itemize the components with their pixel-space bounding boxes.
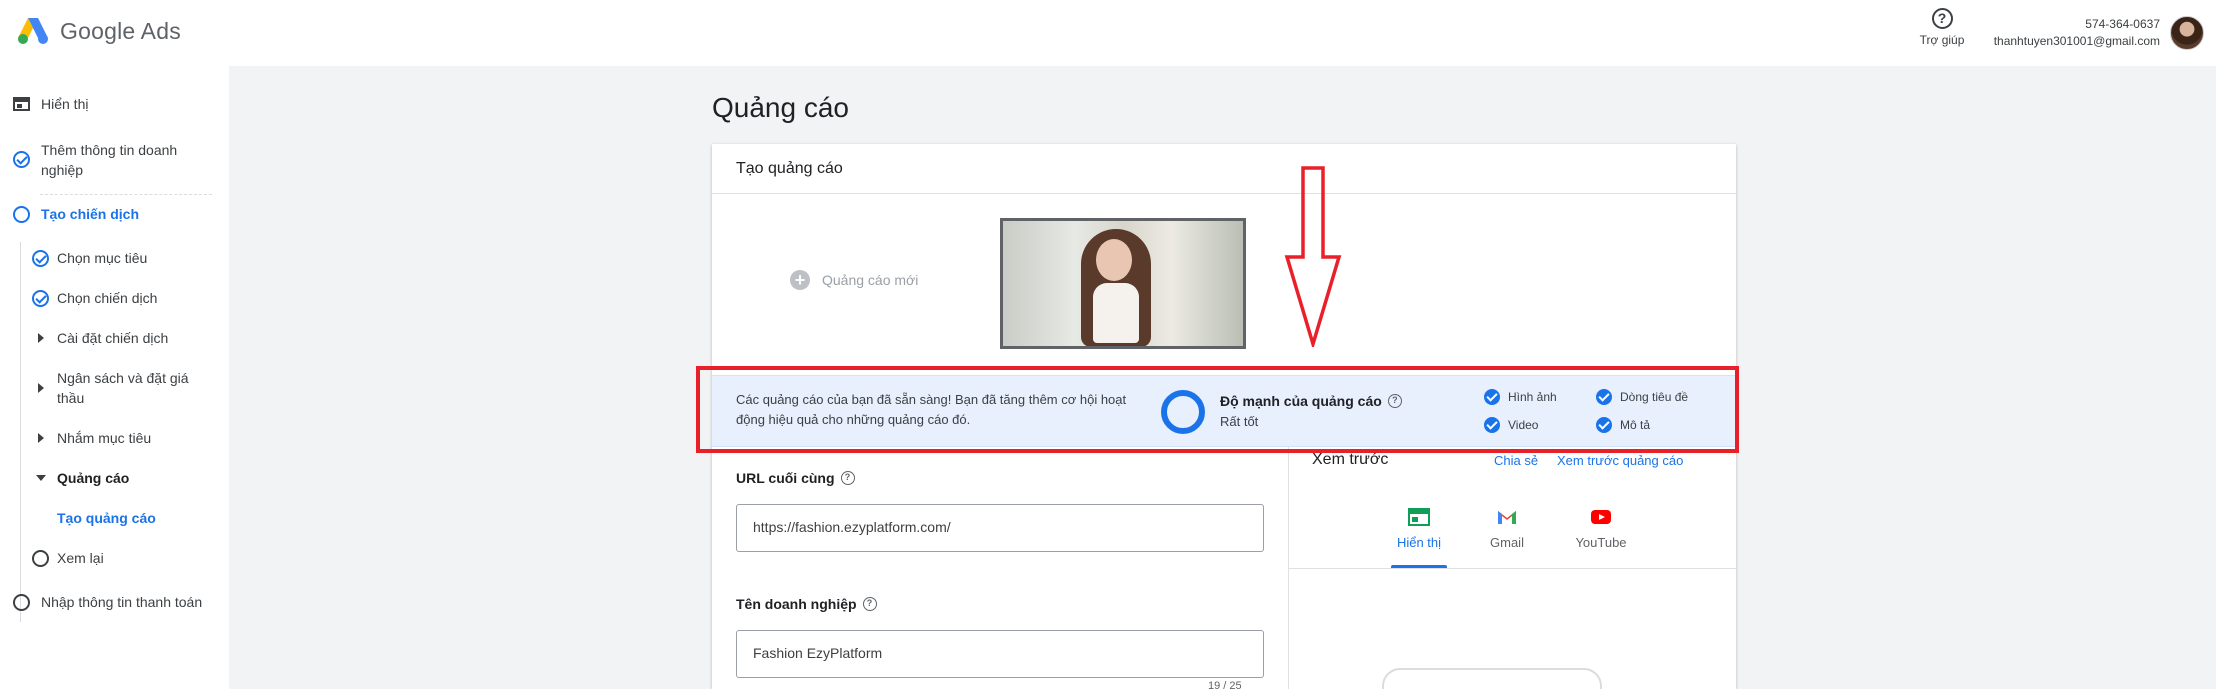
account-info[interactable]: 574-364-0637 thanhtuyen301001@gmail.com [1994, 16, 2160, 50]
sidebar-item-label: Cài đặt chiến dịch [57, 330, 169, 346]
sidebar-item-business-info[interactable]: Thêm thông tin doanh nghiệp [13, 140, 213, 180]
sidebar-item-label: Chọn mục tiêu [57, 250, 148, 266]
sidebar-item-label: Thêm thông tin doanh nghiệp [41, 142, 178, 178]
caret-right-icon [38, 433, 44, 443]
sidebar-item-targeting[interactable]: Nhắm mục tiêu [32, 428, 151, 448]
youtube-icon [1591, 510, 1611, 524]
business-name-input[interactable]: Fashion EzyPlatform [736, 630, 1264, 678]
tab-label: Gmail [1490, 535, 1524, 550]
circle-icon [13, 594, 30, 611]
final-url-input[interactable]: https://fashion.ezyplatform.com/ [736, 504, 1264, 552]
top-bar: Google Ads ? Trợ giúp 574-364-0637 thanh… [0, 0, 2216, 66]
sidebar-item-label: Chọn chiến dịch [57, 290, 158, 306]
circle-icon [13, 206, 30, 223]
avatar[interactable] [2170, 16, 2204, 50]
card-title: Tạo quảng cáo [712, 144, 1736, 194]
sidebar-item-choose-campaign[interactable]: Chọn chiến dịch [32, 288, 157, 308]
tab-gmail[interactable]: Gmail [1477, 508, 1537, 550]
caret-right-icon [38, 383, 44, 393]
sidebar-item-label: Nhắm mục tiêu [57, 430, 152, 446]
tab-display[interactable]: Hiển thị [1389, 508, 1449, 550]
help-icon[interactable]: ? [840, 471, 855, 485]
account-id: 574-364-0637 [2085, 17, 2160, 31]
business-name-label-text: Tên doanh nghiệp [736, 596, 857, 612]
phone-preview-frame [1382, 668, 1602, 689]
sidebar-item-view[interactable]: Hiển thị [13, 94, 88, 114]
gmail-icon [1498, 511, 1516, 524]
sidebar-item-label: Nhập thông tin thanh toán [41, 594, 203, 610]
check-circle-icon [32, 290, 49, 307]
help-icon[interactable]: ? [862, 597, 877, 611]
preview-title: Xem trước [1312, 451, 1389, 468]
sidebar-item-label: Hiển thị [41, 96, 89, 112]
tab-label: Hiển thị [1396, 535, 1442, 550]
add-circle-icon: + [790, 270, 810, 290]
google-ads-logo-icon [18, 18, 48, 44]
sidebar-item-billing[interactable]: Nhập thông tin thanh toán [13, 592, 202, 612]
sidebar-item-label: Tạo quảng cáo [57, 510, 156, 526]
sidebar-item-campaign-settings[interactable]: Cài đặt chiến dịch [32, 328, 168, 348]
sidebar-item-label: Tạo chiến dịch [41, 206, 140, 222]
final-url-label: URL cuối cùng ? [736, 470, 855, 486]
tabs-divider [1289, 568, 1736, 569]
sidebar-item-label: Ngân sách và đặt giá thầu [57, 370, 189, 406]
annotation-arrow-icon [1284, 166, 1342, 347]
annotation-highlight-box [696, 366, 1739, 453]
sidebar-item-choose-goal[interactable]: Chọn mục tiêu [32, 248, 147, 268]
circle-icon [32, 550, 49, 567]
help-label: Trợ giúp [1919, 33, 1965, 47]
help-button[interactable]: ? Trợ giúp [1914, 6, 1970, 47]
check-circle-icon [13, 151, 30, 168]
display-icon [1408, 508, 1430, 526]
new-ad-label: Quảng cáo mới [822, 272, 919, 288]
business-name-label: Tên doanh nghiệp ? [736, 596, 877, 612]
check-circle-icon [32, 250, 49, 267]
sidebar: Hiển thị Thêm thông tin doanh nghiệp Tạo… [0, 66, 229, 689]
sidebar-item-label: Xem lại [57, 550, 104, 566]
sidebar-item-review[interactable]: Xem lại [32, 548, 104, 568]
sidebar-divider [40, 194, 212, 195]
caret-right-icon [38, 333, 44, 343]
help-icon: ? [1931, 8, 1953, 29]
new-ad-button[interactable]: + Quảng cáo mới [790, 270, 918, 290]
caret-down-icon [36, 475, 46, 481]
app-name: Google Ads [60, 17, 181, 44]
sidebar-item-create-campaign[interactable]: Tạo chiến dịch [13, 204, 139, 224]
account-email: thanhtuyen301001@gmail.com [1993, 34, 2160, 48]
sidebar-item-ads[interactable]: Quảng cáo [32, 468, 129, 488]
ad-thumbnail[interactable] [1000, 218, 1246, 349]
page-title: Quảng cáo [712, 92, 849, 123]
sidebar-item-label: Quảng cáo [57, 470, 130, 486]
preview-ad-link[interactable]: Xem trước quảng cáo [1557, 453, 1683, 468]
final-url-label-text: URL cuối cùng [736, 470, 835, 486]
google-ads-logo[interactable]: Google Ads [16, 16, 181, 46]
tab-label: YouTube [1575, 535, 1627, 550]
view-icon [13, 96, 30, 116]
sidebar-item-create-ad[interactable]: Tạo quảng cáo [57, 508, 156, 528]
share-link[interactable]: Chia sẻ [1494, 453, 1538, 468]
sidebar-tree-line [20, 242, 21, 622]
tab-youtube[interactable]: YouTube [1571, 508, 1631, 550]
sidebar-item-budget-bidding[interactable]: Ngân sách và đặt giá thầu [32, 368, 212, 408]
character-counter: 19 / 25 [1208, 680, 1242, 689]
